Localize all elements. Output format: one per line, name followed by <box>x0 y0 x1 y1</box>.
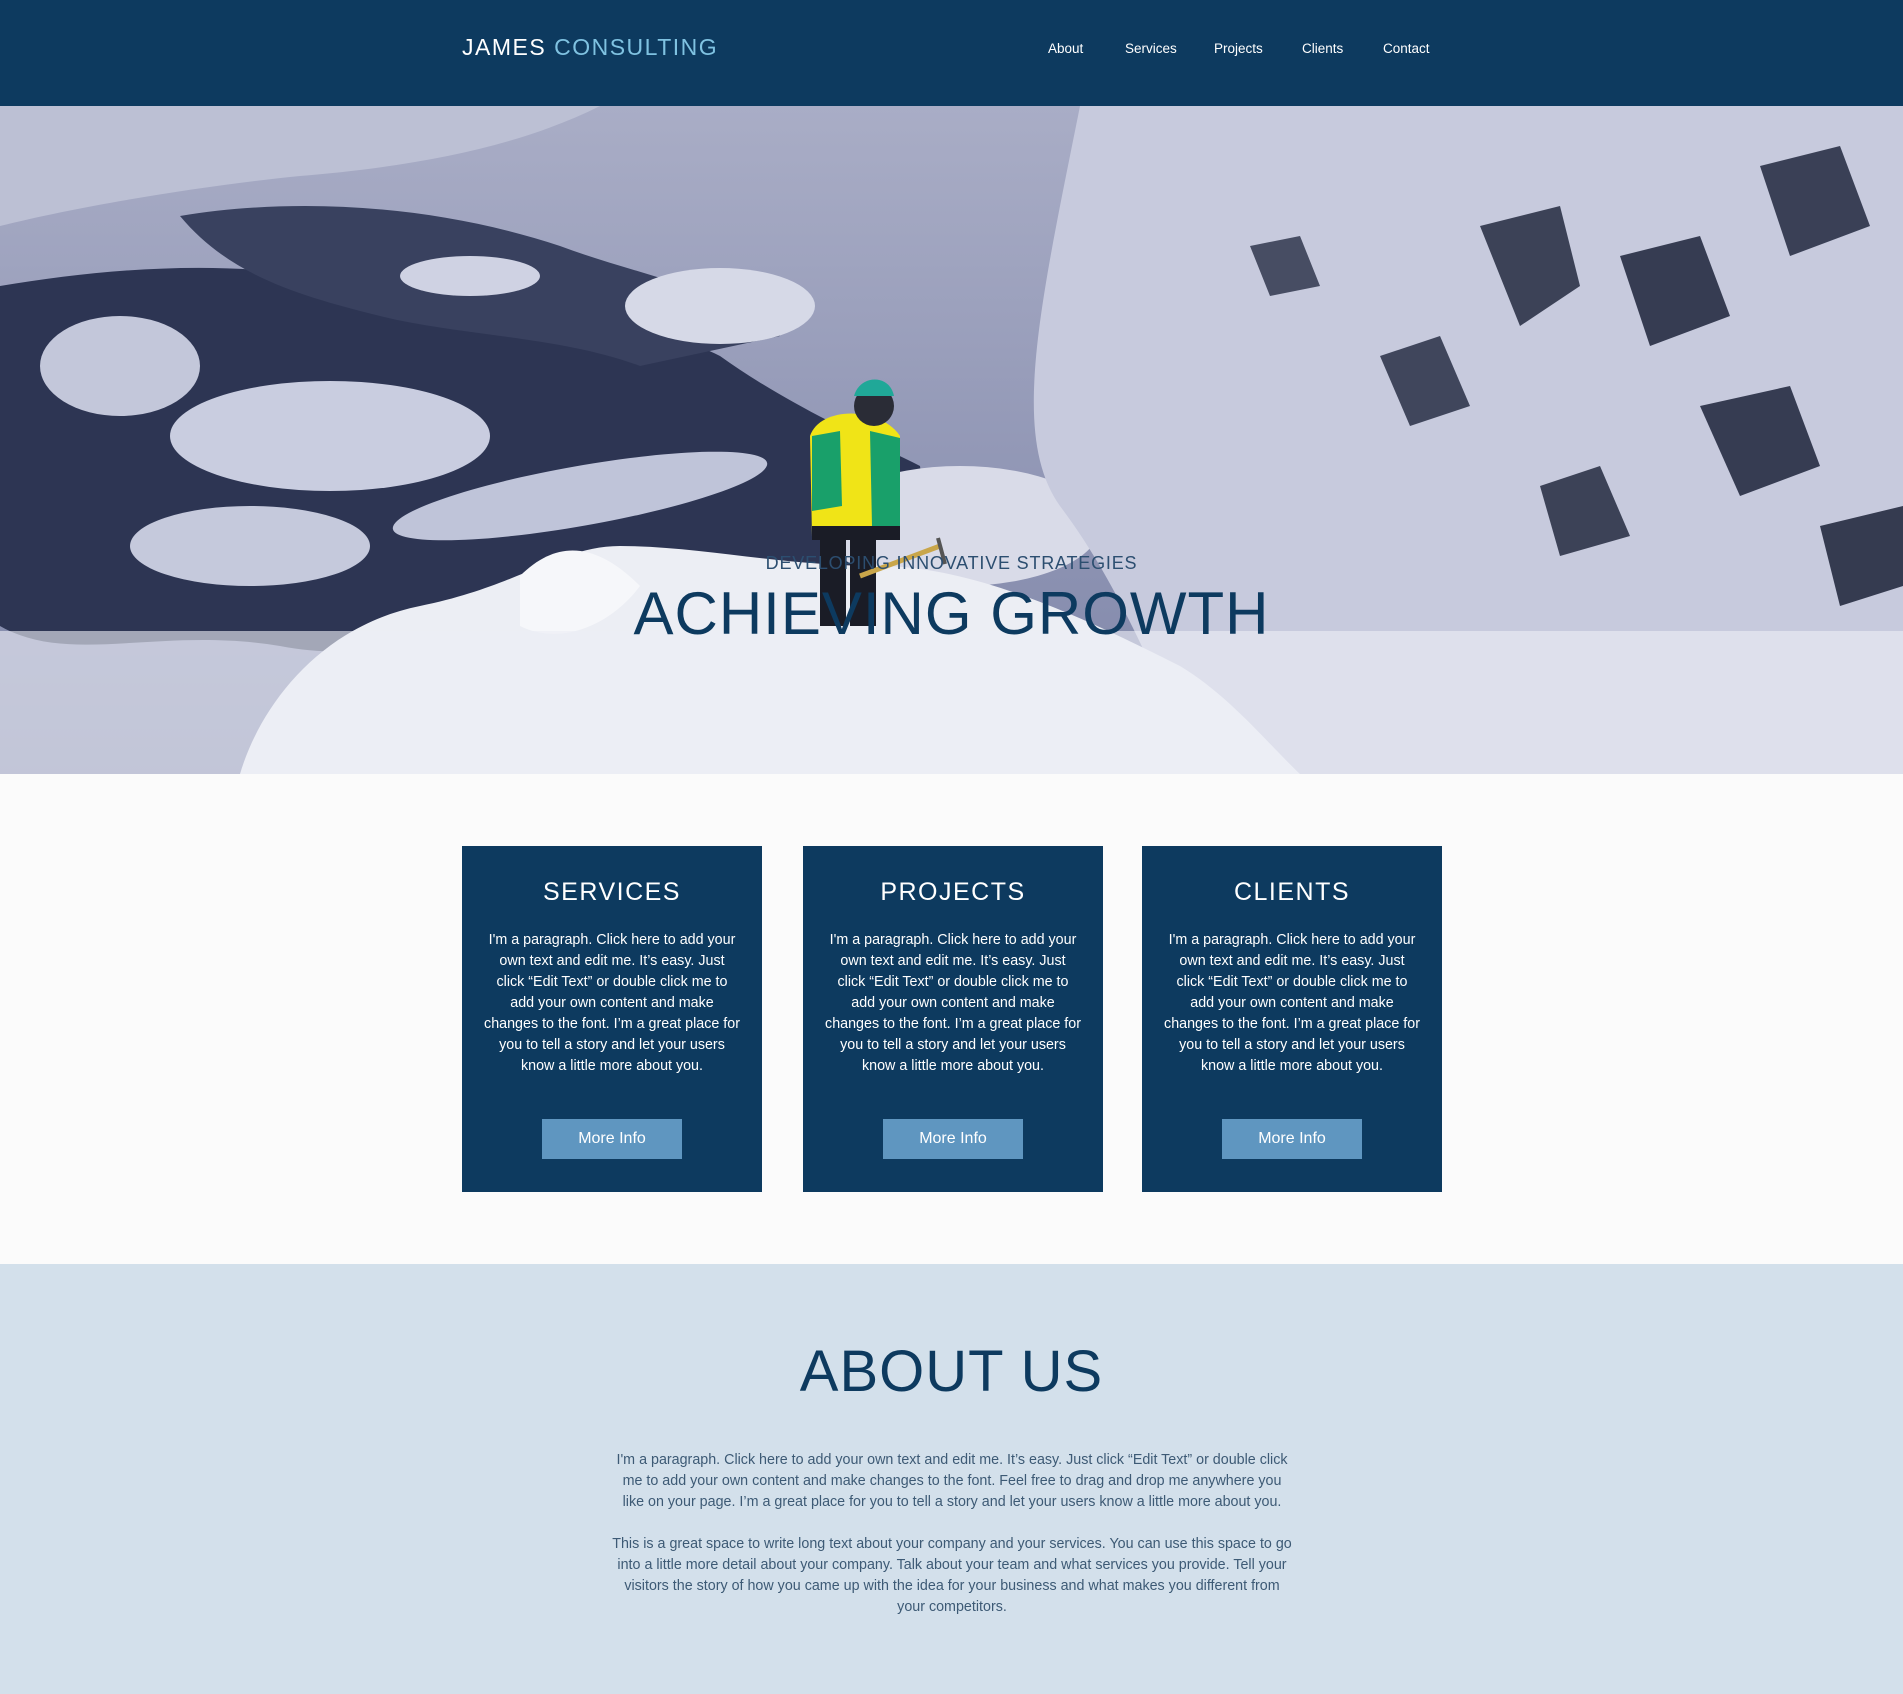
card-projects: PROJECTS I'm a paragraph. Click here to … <box>803 846 1103 1192</box>
card-text: I'm a paragraph. Click here to add your … <box>825 932 1081 1074</box>
main-nav: About Services Projects Clients Contact <box>0 41 1903 61</box>
card-services: SERVICES I'm a paragraph. Click here to … <box>462 846 762 1192</box>
card-title: CLIENTS <box>1233 878 1351 906</box>
projects-more-info-button[interactable]: More Info <box>883 1119 1023 1159</box>
hero-subtitle: DEVELOPING INNOVATIVE STRATEGIES <box>765 553 1138 573</box>
hero-overlay-band <box>0 631 1903 774</box>
card-title: SERVICES <box>543 878 681 906</box>
about-title: ABOUT US <box>799 1339 1104 1404</box>
clients-more-info-button[interactable]: More Info <box>1222 1119 1362 1159</box>
nav-clients[interactable]: Clients <box>1302 41 1343 56</box>
hero-section <box>0 106 1903 774</box>
nav-about[interactable]: About <box>1048 41 1083 56</box>
hero-title: ACHIEVING GROWTH <box>633 580 1270 647</box>
about-paragraph-1: I'm a paragraph. Click here to add your … <box>616 1452 1288 1510</box>
services-more-info-button[interactable]: More Info <box>542 1119 682 1159</box>
card-title: PROJECTS <box>880 878 1026 906</box>
card-clients: CLIENTS I'm a paragraph. Click here to a… <box>1142 846 1442 1192</box>
nav-projects[interactable]: Projects <box>1214 41 1263 56</box>
nav-services[interactable]: Services <box>1125 41 1177 56</box>
about-section: ABOUT US I'm a paragraph. Click here to … <box>0 1264 1903 1694</box>
card-text: I'm a paragraph. Click here to add your … <box>484 932 740 1074</box>
about-paragraph-2: This is a great space to write long text… <box>612 1536 1292 1615</box>
card-text: I'm a paragraph. Click here to add your … <box>1164 932 1420 1074</box>
nav-contact[interactable]: Contact <box>1383 41 1430 56</box>
site-header: JAMES CONSULTING About Services Projects… <box>0 0 1903 106</box>
